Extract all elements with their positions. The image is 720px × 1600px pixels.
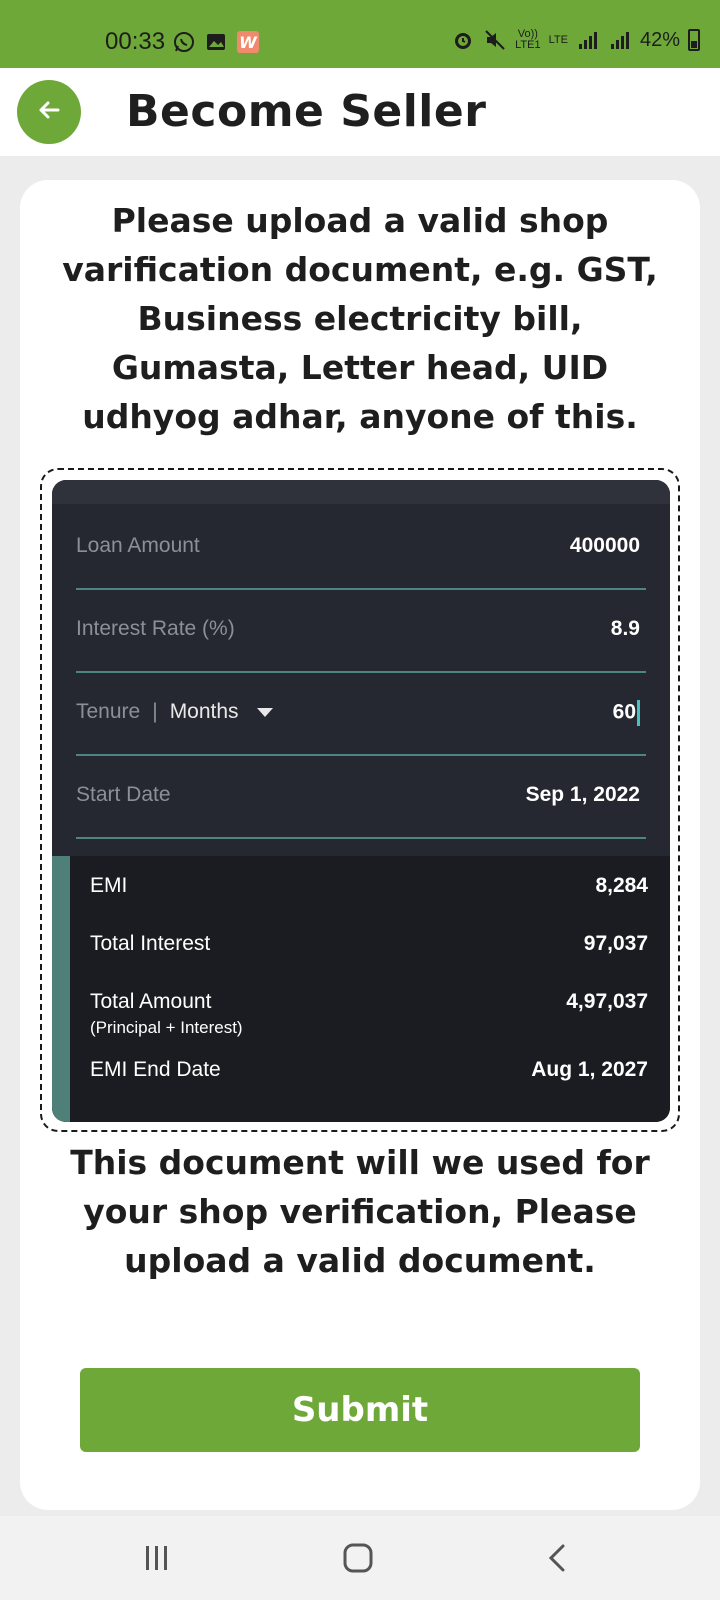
result-row-end-date: EMI End Date Aug 1, 2027 (90, 1058, 648, 1082)
system-icons: Vo)) LTE1 LTE 42% (451, 28, 700, 52)
result-row-emi: EMI 8,284 (90, 874, 648, 898)
field-value: Sep 1, 2022 (525, 783, 640, 806)
verification-note: This document will we used for your shop… (70, 1143, 650, 1280)
tenure-field: Tenure | Months 60 (76, 670, 646, 756)
submit-button[interactable]: Submit (80, 1368, 640, 1452)
emi-results-panel: EMI 8,284 Total Interest 97,037 Total Am… (52, 856, 670, 1122)
field-label: Loan Amount (76, 534, 200, 557)
home-icon (342, 1542, 374, 1578)
document-preview-image: Loan Amount 400000 Interest Rate (%) 8.9… (52, 480, 670, 1122)
instructions-text: Please upload a valid shop varification … (62, 201, 658, 436)
result-row-total-interest: Total Interest 97,037 (90, 932, 648, 956)
chevron-left-icon (543, 1543, 573, 1577)
home-button[interactable] (338, 1540, 378, 1580)
document-upload-area[interactable]: Loan Amount 400000 Interest Rate (%) 8.9… (40, 468, 680, 1132)
result-row-total-amount: Total Amount (Principal + Interest) 4,97… (90, 990, 648, 1038)
accent-bar (52, 856, 70, 1122)
result-label: EMI End Date (90, 1058, 221, 1081)
field-value: 8.9 (610, 617, 640, 640)
recent-apps-icon (142, 1543, 172, 1577)
status-time: 00:33 (105, 28, 166, 55)
gallery-icon (204, 30, 228, 54)
arrow-left-icon (34, 95, 64, 129)
field-value: 60 (613, 700, 640, 726)
system-nav-bar (0, 1516, 720, 1600)
chevron-down-icon (256, 707, 273, 717)
field-label: Interest Rate (%) (76, 617, 235, 640)
preview-top-strip (52, 480, 670, 504)
result-value: Aug 1, 2027 (531, 1058, 648, 1081)
signal-icon-2 (608, 28, 632, 52)
tenure-label: Tenure (76, 700, 141, 723)
interest-rate-field: Interest Rate (%) 8.9 (76, 587, 646, 673)
result-value: 97,037 (583, 932, 648, 955)
svg-text:W: W (239, 33, 258, 52)
result-label: EMI (90, 874, 128, 897)
nav-back-button[interactable] (538, 1540, 578, 1580)
start-date-field: Start Date Sep 1, 2022 (76, 753, 646, 839)
back-button[interactable] (17, 80, 81, 144)
whatsapp-icon (172, 30, 196, 54)
mute-icon (483, 28, 507, 52)
result-value: 4,97,037 (566, 990, 648, 1013)
tenure-unit: Months (169, 700, 239, 723)
field-label: Start Date (76, 783, 171, 806)
status-bar: 00:33 W Vo)) LTE1 LTE 42% (0, 0, 720, 68)
field-label: Tenure | Months (76, 700, 273, 724)
signal-icon (576, 28, 600, 52)
alarm-icon (451, 28, 475, 52)
recent-apps-button[interactable] (137, 1540, 177, 1580)
upload-card: Please upload a valid shop varification … (20, 180, 700, 1510)
volte-label: Vo)) LTE1 (515, 28, 541, 51)
field-value: 400000 (569, 534, 640, 557)
battery-icon (688, 29, 700, 51)
result-label: Total Amount (90, 990, 212, 1013)
result-value: 8,284 (595, 874, 648, 897)
text-cursor (637, 700, 640, 726)
app-w-icon: W (236, 30, 260, 54)
result-sublabel: (Principal + Interest) (90, 1018, 243, 1037)
result-label: Total Interest (90, 932, 211, 955)
notification-icons: W (172, 30, 260, 54)
page-title: Become Seller (126, 86, 487, 137)
loan-amount-field: Loan Amount 400000 (76, 504, 646, 590)
lte-label: LTE (548, 33, 568, 46)
battery-percent: 42% (639, 28, 680, 51)
divider: | (152, 700, 158, 723)
app-bar: Become Seller (0, 68, 720, 156)
tenure-value: 60 (612, 700, 636, 724)
